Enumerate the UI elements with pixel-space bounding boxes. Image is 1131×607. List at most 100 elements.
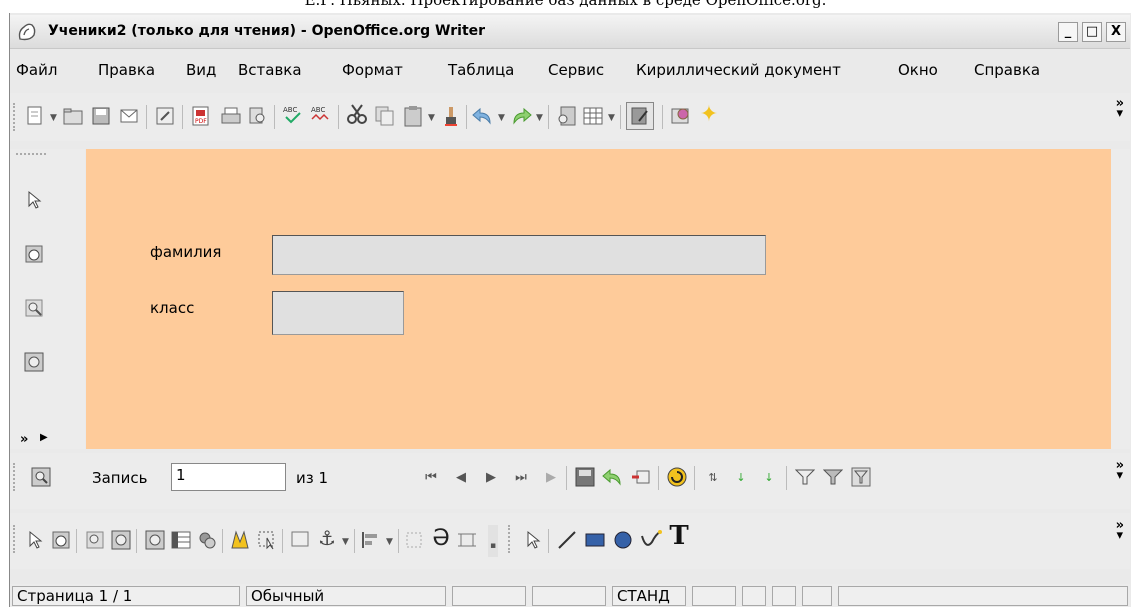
wrap-icon[interactable] — [456, 529, 478, 551]
print-preview-icon[interactable] — [246, 105, 268, 127]
bring-front-icon[interactable]: Ə — [430, 526, 452, 551]
menu-view[interactable]: Вид — [186, 61, 216, 79]
show-draw-icon[interactable] — [626, 102, 654, 130]
new-doc-icon[interactable] — [24, 105, 46, 127]
group-icon[interactable] — [290, 529, 312, 551]
menu-edit[interactable]: Правка — [98, 61, 155, 79]
hand-icon[interactable] — [23, 243, 45, 265]
status-zoom[interactable] — [838, 586, 1128, 606]
redo-dropdown-icon[interactable]: ▼ — [536, 113, 543, 123]
line-icon[interactable] — [556, 529, 578, 551]
zoom-icon[interactable] — [23, 297, 45, 319]
save-record-icon[interactable] — [574, 466, 596, 488]
wizard-icon[interactable] — [256, 529, 278, 551]
paste-icon[interactable] — [402, 105, 424, 127]
zoom-fit-icon[interactable] — [23, 351, 45, 373]
add-field-icon[interactable] — [196, 529, 218, 551]
new-record-icon[interactable]: ▶ — [540, 466, 562, 488]
anchor-dropdown-icon[interactable]: ▼ — [342, 537, 349, 547]
pdf-export-icon[interactable]: PDF — [190, 105, 212, 127]
status-page[interactable]: Страница 1 / 1 — [12, 586, 240, 606]
status-style[interactable]: Обычный — [246, 586, 446, 606]
status-insert-mode[interactable] — [532, 586, 606, 606]
last-record-icon[interactable]: ⏭ — [510, 466, 532, 488]
position-icon[interactable] — [404, 529, 426, 551]
toolbar-grip[interactable] — [13, 103, 17, 131]
nav-overflow-icon[interactable]: » ▾ — [1116, 459, 1124, 482]
text-icon[interactable]: T — [668, 521, 690, 551]
new-dropdown-icon[interactable]: ▼ — [50, 113, 57, 123]
maximize-button[interactable]: □ — [1082, 22, 1102, 42]
design-mode-icon[interactable] — [230, 529, 252, 551]
align-icon[interactable] — [360, 529, 382, 551]
undo-record-icon[interactable] — [602, 466, 624, 488]
anchor-icon[interactable]: ⚓ — [316, 526, 338, 550]
print-icon[interactable] — [220, 105, 242, 127]
select-control-icon[interactable] — [24, 529, 46, 551]
controls-more-icon[interactable]: ▪ — [490, 541, 496, 551]
rectangle-icon[interactable] — [584, 529, 606, 551]
status-object-info[interactable] — [802, 586, 832, 606]
prev-record-icon[interactable]: ◀ — [450, 466, 472, 488]
paste-dropdown-icon[interactable]: ▼ — [428, 113, 435, 123]
sidebar-arrow-icon[interactable]: ▶ — [40, 432, 48, 443]
close-button[interactable]: X — [1106, 22, 1126, 42]
vertical-scrollbar[interactable] — [1111, 149, 1130, 449]
status-hyperlink[interactable] — [692, 586, 736, 606]
status-signature[interactable] — [772, 586, 796, 606]
cut-icon[interactable] — [346, 103, 368, 125]
status-selection-mode[interactable]: СТАНД — [612, 586, 686, 606]
format-paintbrush-icon[interactable] — [440, 105, 462, 127]
undo-dropdown-icon[interactable]: ▼ — [498, 113, 505, 123]
menu-window[interactable]: Окно — [898, 61, 938, 79]
record-number-input[interactable]: 1 — [171, 463, 286, 491]
form-properties-icon[interactable] — [110, 529, 132, 551]
stars-icon[interactable]: ✦ — [698, 102, 720, 127]
redo-icon[interactable] — [510, 105, 532, 127]
ellipse-icon[interactable] — [612, 529, 634, 551]
first-record-icon[interactable]: ⏮ — [420, 466, 442, 488]
sort-asc-icon[interactable]: ↓ — [730, 466, 752, 488]
autospellcheck-icon[interactable]: ABC — [310, 103, 332, 125]
menu-file[interactable]: Файл — [16, 61, 57, 79]
table-icon[interactable] — [582, 105, 604, 127]
expand-sidebar-icon[interactable]: » — [20, 432, 28, 447]
standard-filter-icon[interactable] — [822, 466, 844, 488]
autofilter-icon[interactable] — [794, 466, 816, 488]
control-properties-icon[interactable] — [84, 529, 106, 551]
surname-field[interactable] — [272, 235, 766, 275]
select-draw-icon[interactable] — [522, 529, 544, 551]
refresh-icon[interactable] — [666, 466, 688, 488]
menu-tools[interactable]: Сервис — [548, 61, 604, 79]
minimize-button[interactable]: _ — [1058, 22, 1078, 42]
email-icon[interactable] — [118, 105, 140, 127]
find-record-icon[interactable] — [30, 466, 52, 488]
open-icon[interactable] — [62, 105, 84, 127]
menu-cyrillic[interactable]: Кириллический документ — [636, 61, 841, 79]
gallery-icon[interactable] — [670, 105, 692, 127]
navigator-icon[interactable] — [556, 105, 578, 127]
curve-icon[interactable] — [640, 529, 662, 551]
apply-filter-icon[interactable] — [850, 466, 872, 488]
sort-icon[interactable]: ⇅ — [702, 466, 724, 488]
next-record-icon[interactable]: ▶ — [480, 466, 502, 488]
class-field[interactable] — [272, 291, 404, 335]
delete-record-icon[interactable] — [630, 466, 652, 488]
undo-icon[interactable] — [472, 105, 494, 127]
align-dropdown-icon[interactable]: ▼ — [386, 537, 393, 547]
sort-desc-icon[interactable]: ↓ — [758, 466, 780, 488]
menu-table[interactable]: Таблица — [448, 61, 514, 79]
menu-format[interactable]: Формат — [342, 61, 403, 79]
status-language[interactable] — [452, 586, 526, 606]
status-modified[interactable] — [742, 586, 766, 606]
toolbar-overflow-icon[interactable]: » ▾ — [1116, 97, 1124, 120]
activation-order-icon[interactable] — [170, 529, 192, 551]
save-icon[interactable] — [90, 105, 112, 127]
controls-overflow-icon[interactable]: » ▾ — [1116, 519, 1124, 542]
spellcheck-icon[interactable]: ABC — [282, 103, 304, 125]
form-navigator-icon[interactable] — [144, 529, 166, 551]
copy-icon[interactable] — [374, 105, 396, 127]
edit-mode-icon[interactable] — [154, 105, 176, 127]
hand-control-icon[interactable] — [50, 529, 72, 551]
menu-help[interactable]: Справка — [974, 61, 1040, 79]
